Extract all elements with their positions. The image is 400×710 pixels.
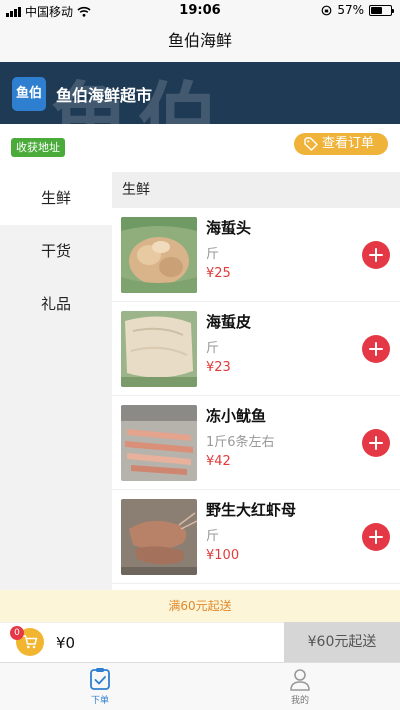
section-header: 生鲜: [112, 172, 400, 208]
cart-icon: [23, 635, 38, 649]
cart-total: ¥0: [56, 634, 76, 652]
product-item[interactable]: 海蜇皮 斤 ¥23: [112, 302, 400, 396]
order-clipboard-icon: [90, 668, 110, 690]
category-gifts[interactable]: 礼品: [0, 278, 112, 331]
category-dried[interactable]: 干货: [0, 225, 112, 278]
product-unit: 1斤6条左右: [206, 435, 275, 450]
product-price: ¥25: [206, 266, 231, 281]
min-order-notice: 满60元起送: [0, 590, 400, 622]
battery-percent: 57%: [337, 3, 364, 17]
product-unit: 斤: [206, 341, 220, 356]
add-to-cart-button[interactable]: [362, 241, 390, 269]
user-icon: [290, 669, 310, 691]
product-item[interactable]: 冻小鱿鱼 1斤6条左右 ¥42: [112, 396, 400, 490]
product-image-red-shrimp: [121, 499, 197, 575]
category-sidebar: 生鲜 干货 礼品: [0, 172, 112, 590]
cart-count-badge: 0: [10, 626, 24, 640]
shop-name: 鱼伯海鲜超市: [56, 86, 153, 105]
add-to-cart-button[interactable]: [362, 523, 390, 551]
nav-bar: 鱼伯海鲜: [0, 22, 400, 62]
add-to-cart-button[interactable]: [362, 429, 390, 457]
cart-bar: 0 ¥0 ¥60元起送: [0, 622, 400, 663]
product-unit: 斤: [206, 247, 220, 262]
view-orders-label: 查看订单: [322, 136, 375, 151]
battery-icon: [369, 4, 394, 16]
product-price: ¥100: [206, 548, 240, 563]
product-image-jellyfish-skin: [121, 311, 197, 387]
product-list[interactable]: 生鲜 海蜇头 斤 ¥25 海蜇皮 斤 ¥23 冻小鱿鱼 1斤6条左右 ¥42 野…: [112, 172, 400, 590]
app-screen: 中国移动 19:06 57% 鱼伯海鲜 鱼伯 鱼伯 鱼伯海鲜超市 收获地址 查看…: [0, 0, 400, 710]
product-price: ¥42: [206, 454, 231, 469]
product-name: 野生大红虾母: [206, 501, 297, 519]
view-orders-button[interactable]: 查看订单: [294, 133, 388, 155]
product-image-jellyfish-head: [121, 217, 197, 293]
product-price: ¥23: [206, 360, 231, 375]
status-bar: 中国移动 19:06 57%: [0, 0, 400, 22]
tab-order-label: 下单: [90, 696, 109, 706]
add-to-cart-button[interactable]: [362, 335, 390, 363]
product-unit: 斤: [206, 529, 220, 544]
product-item[interactable]: 野生大红虾母 斤 ¥100: [112, 490, 400, 584]
checkout-button[interactable]: ¥60元起送: [284, 622, 400, 663]
product-name: 海蜇头: [206, 219, 252, 237]
page-title: 鱼伯海鲜: [167, 31, 232, 50]
product-name: 冻小鱿鱼: [206, 407, 267, 425]
category-fresh[interactable]: 生鲜: [0, 172, 112, 225]
shop-logo: 鱼伯: [12, 77, 46, 111]
tab-mine[interactable]: 我的: [270, 667, 330, 706]
orientation-lock-icon: [321, 5, 332, 15]
status-right: 57%: [321, 3, 394, 17]
product-name: 海蜇皮: [206, 313, 252, 331]
product-item[interactable]: 海蜇头 斤 ¥25: [112, 208, 400, 302]
product-image-frozen-squid: [121, 405, 197, 481]
info-row: 收获地址 查看订单: [0, 124, 400, 172]
shop-banner: 鱼伯 鱼伯 鱼伯海鲜超市: [0, 62, 400, 124]
tab-bar: 下单 我的: [0, 662, 400, 710]
address-button[interactable]: 收获地址: [11, 138, 65, 157]
tab-mine-label: 我的: [290, 696, 309, 706]
tab-order[interactable]: 下单: [70, 667, 130, 706]
tag-icon: [304, 137, 318, 151]
battery-level: [371, 6, 382, 14]
